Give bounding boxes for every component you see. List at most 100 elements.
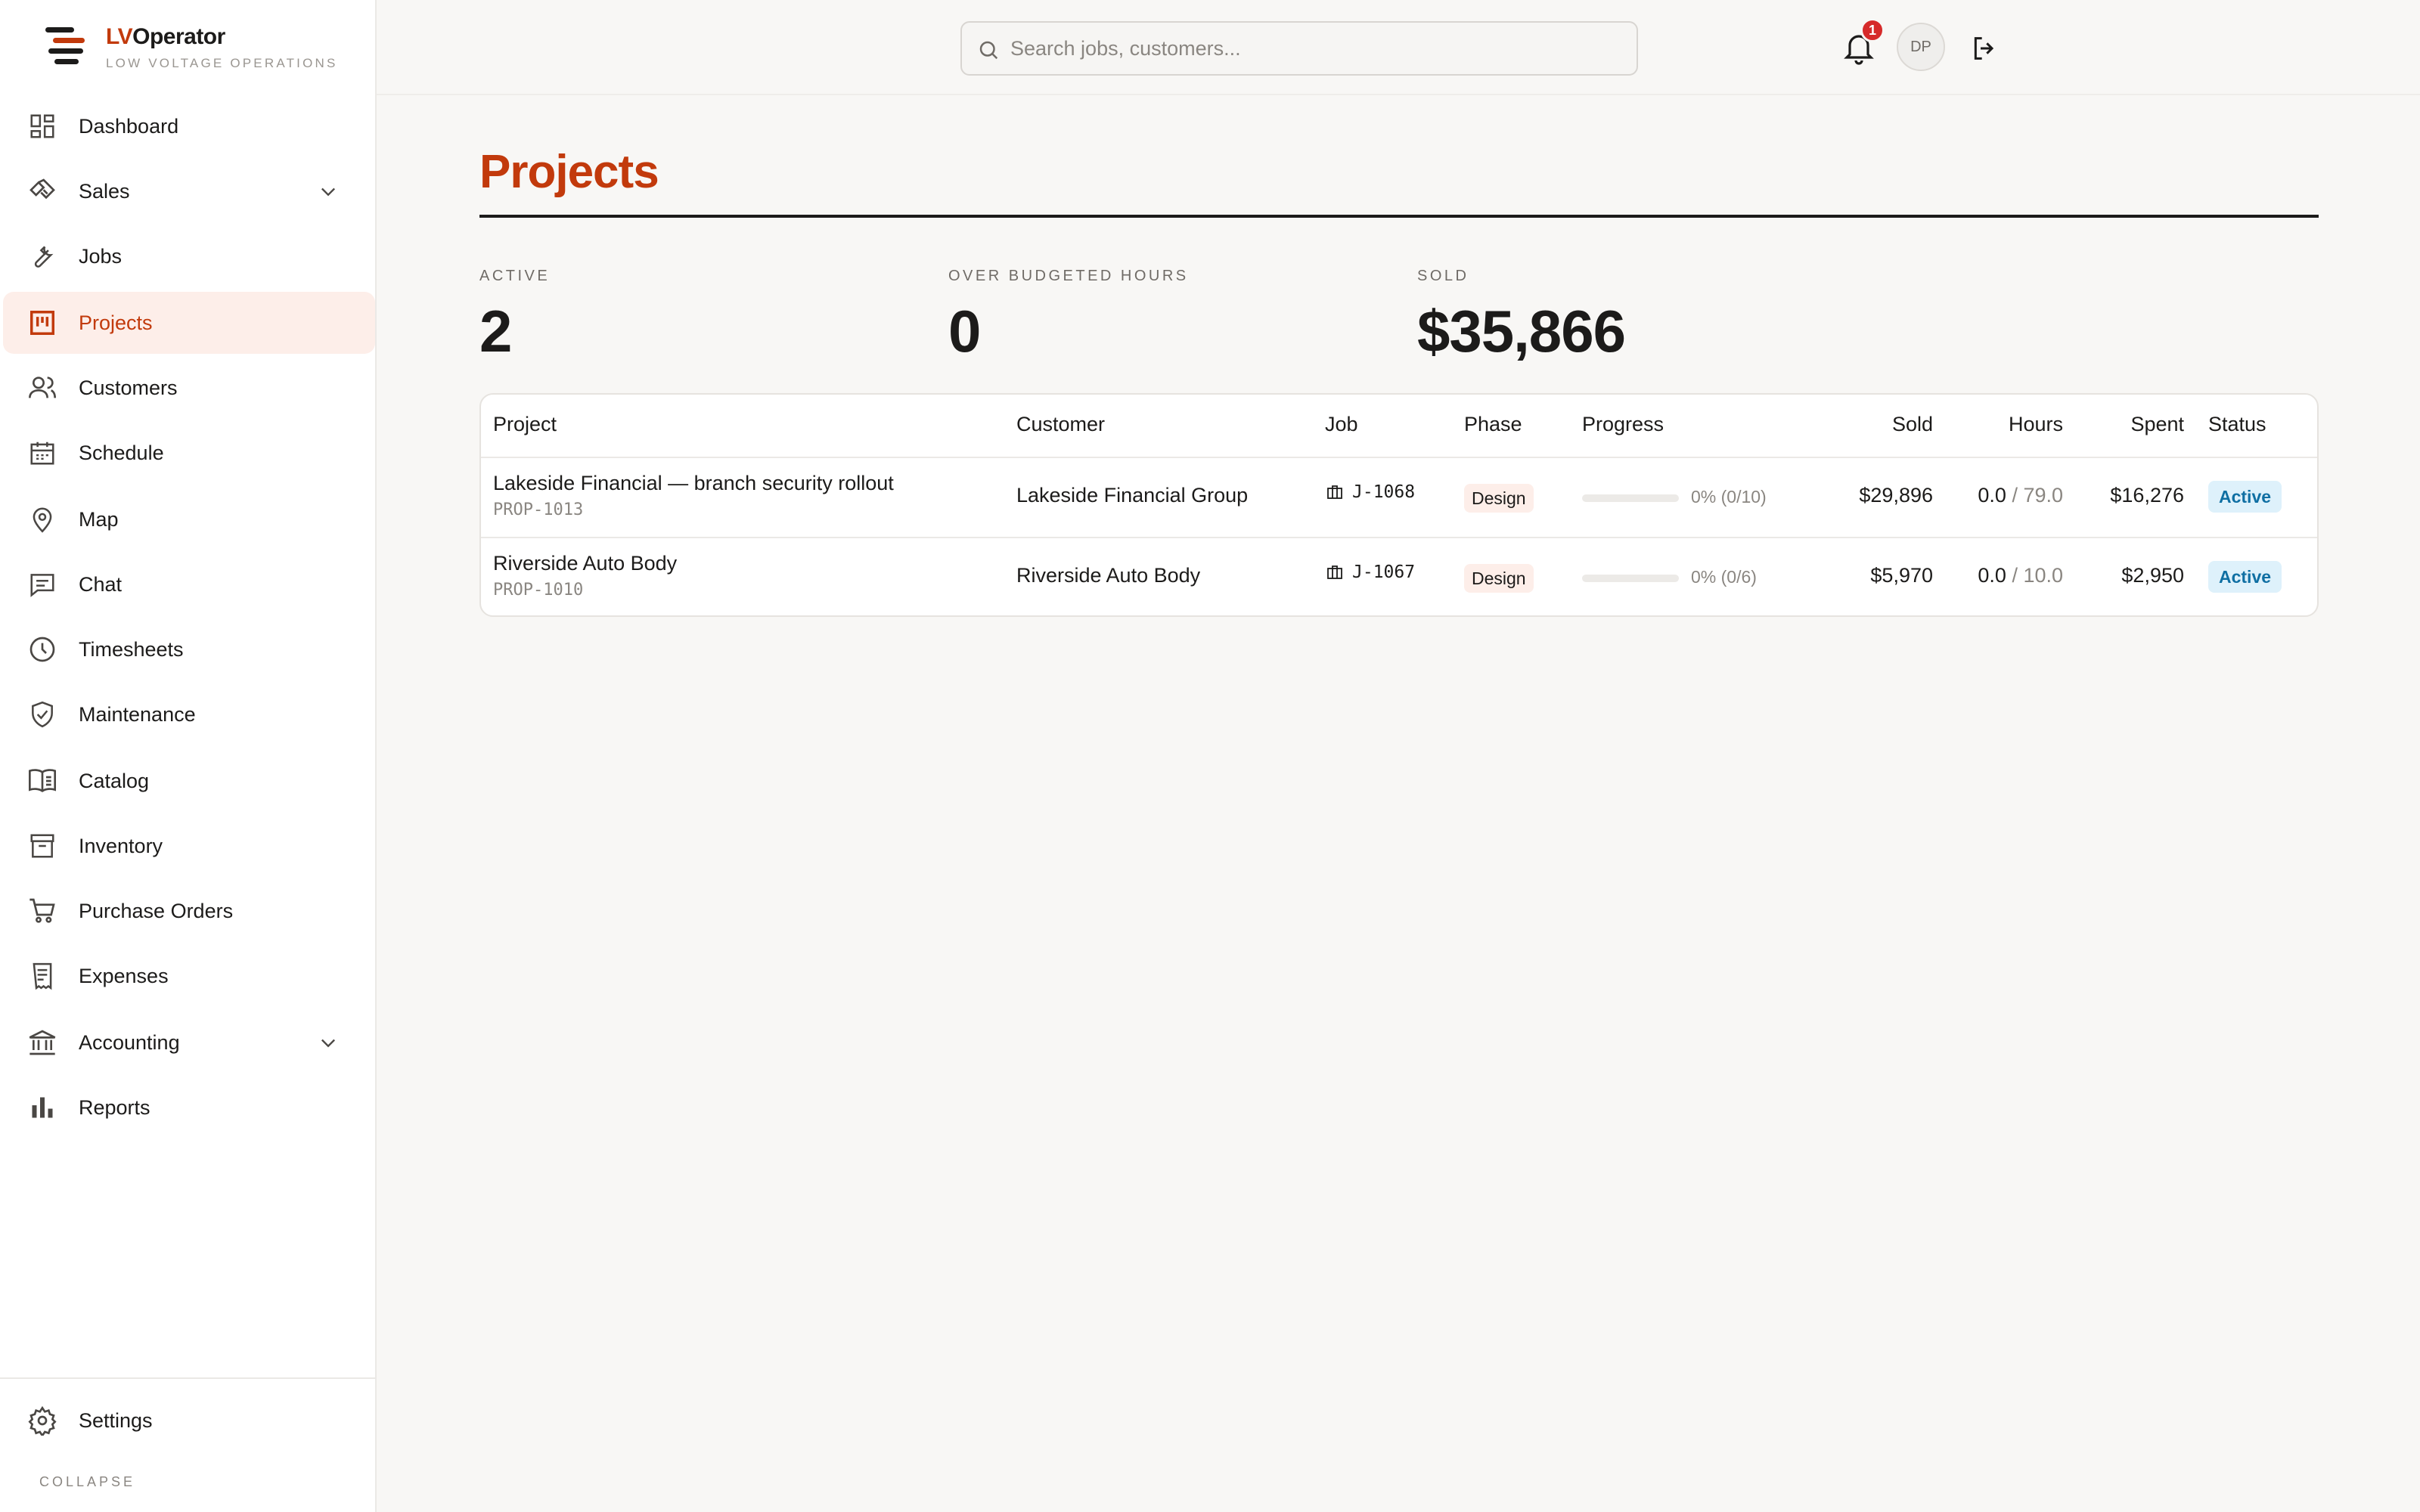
stat-label: OVER BUDGETED HOURS bbox=[948, 268, 1189, 284]
column-header-spent[interactable]: Spent bbox=[2084, 413, 2184, 436]
sidebar-item-label: Inventory bbox=[79, 834, 163, 857]
users-icon bbox=[26, 371, 59, 404]
stat-sold: SOLD $35,866 bbox=[1417, 268, 1626, 366]
hours-value: 0.0 / 79.0 bbox=[1948, 484, 2063, 507]
sidebar-item-accounting[interactable]: Accounting bbox=[0, 1012, 375, 1074]
status-badge: Active bbox=[2208, 481, 2282, 513]
collapse-sidebar-button[interactable]: COLLAPSE bbox=[39, 1474, 135, 1490]
sidebar-item-label: Map bbox=[79, 507, 119, 531]
progress-bar bbox=[1582, 575, 1679, 582]
sidebar: LVOperator LOW VOLTAGE OPERATIONS Dashbo… bbox=[0, 0, 377, 1512]
sidebar-item-reports[interactable]: Reports bbox=[0, 1077, 375, 1139]
map-pin-icon bbox=[26, 503, 59, 536]
page-title: Projects bbox=[479, 146, 659, 198]
app-tagline: LOW VOLTAGE OPERATIONS bbox=[106, 56, 338, 70]
stat-value: $35,866 bbox=[1417, 298, 1626, 364]
column-header-sold[interactable]: Sold bbox=[1842, 413, 1933, 436]
customer-name: Lakeside Financial Group bbox=[1016, 484, 1249, 507]
column-header-phase[interactable]: Phase bbox=[1464, 413, 1522, 436]
user-avatar[interactable]: DP bbox=[1897, 23, 1945, 71]
column-header-status[interactable]: Status bbox=[2208, 413, 2266, 436]
bank-icon bbox=[26, 1026, 59, 1059]
notification-count-badge: 1 bbox=[1860, 18, 1885, 42]
sidebar-item-label: Expenses bbox=[79, 964, 169, 987]
hours-budget: / 10.0 bbox=[2012, 564, 2063, 587]
title-divider bbox=[479, 215, 2319, 218]
sidebar-item-catalog[interactable]: Catalog bbox=[0, 750, 375, 812]
sidebar-item-label: Accounting bbox=[79, 1030, 180, 1054]
sidebar-item-dashboard[interactable]: Dashboard bbox=[0, 95, 375, 157]
sidebar-item-label: Reports bbox=[79, 1095, 150, 1119]
column-header-job[interactable]: Job bbox=[1325, 413, 1358, 436]
calendar-icon bbox=[26, 436, 59, 469]
job-link[interactable]: J-1067 bbox=[1325, 562, 1415, 582]
job-link[interactable]: J-1068 bbox=[1325, 482, 1415, 502]
sidebar-item-timesheets[interactable]: Timesheets bbox=[0, 618, 375, 680]
handshake-icon bbox=[26, 175, 59, 208]
dashboard-icon bbox=[26, 110, 59, 143]
archive-icon bbox=[26, 829, 59, 863]
app-logo[interactable]: LVOperator LOW VOLTAGE OPERATIONS bbox=[44, 24, 361, 73]
sidebar-item-map[interactable]: Map bbox=[0, 488, 375, 550]
project-name[interactable]: Lakeside Financial — branch security rol… bbox=[493, 472, 894, 495]
stat-value: 0 bbox=[948, 298, 981, 364]
table-row[interactable]: Riverside Auto Body PROP-1010 Riverside … bbox=[481, 537, 2317, 615]
spent-amount: $2,950 bbox=[2121, 564, 2184, 587]
clock-icon bbox=[26, 633, 59, 666]
sidebar-item-customers[interactable]: Customers bbox=[0, 357, 375, 419]
progress-bar bbox=[1582, 494, 1679, 502]
project-name[interactable]: Riverside Auto Body bbox=[493, 552, 677, 575]
sidebar-item-projects[interactable]: Projects bbox=[3, 292, 375, 354]
sidebar-item-label: Purchase Orders bbox=[79, 899, 234, 922]
sidebar-item-label: Settings bbox=[79, 1408, 153, 1432]
wrench-icon bbox=[26, 240, 59, 273]
project-code: PROP-1010 bbox=[493, 581, 584, 600]
sidebar-item-label: Timesheets bbox=[79, 637, 184, 661]
book-icon bbox=[26, 764, 59, 798]
spent-amount: $16,276 bbox=[2110, 484, 2184, 507]
logout-icon[interactable] bbox=[1969, 33, 2000, 64]
sold-amount: $29,896 bbox=[1859, 484, 1933, 507]
sidebar-item-settings[interactable]: Settings bbox=[0, 1390, 375, 1452]
status-badge: Active bbox=[2208, 561, 2282, 593]
search-icon bbox=[979, 41, 998, 60]
search-input[interactable] bbox=[1010, 32, 1615, 65]
sidebar-item-maintenance[interactable]: Maintenance bbox=[0, 683, 375, 745]
sidebar-item-schedule[interactable]: Schedule bbox=[0, 422, 375, 484]
sidebar-item-label: Maintenance bbox=[79, 702, 196, 726]
sidebar-item-chat[interactable]: Chat bbox=[0, 553, 375, 615]
stat-value: 2 bbox=[479, 298, 512, 364]
column-header-customer[interactable]: Customer bbox=[1016, 413, 1105, 436]
sidebar-item-purchase-orders[interactable]: Purchase Orders bbox=[0, 880, 375, 942]
sidebar-item-expenses[interactable]: Expenses bbox=[0, 945, 375, 1007]
stat-label: ACTIVE bbox=[479, 268, 551, 284]
top-bar bbox=[377, 0, 2420, 95]
phase-badge: Design bbox=[1464, 564, 1534, 593]
stat-label: SOLD bbox=[1417, 268, 1469, 284]
sidebar-item-label: Dashboard bbox=[79, 114, 179, 138]
chevron-down-icon bbox=[321, 187, 335, 197]
column-header-progress[interactable]: Progress bbox=[1582, 413, 1664, 436]
chat-icon bbox=[26, 568, 59, 601]
receipt-icon bbox=[26, 959, 59, 993]
sidebar-item-inventory[interactable]: Inventory bbox=[0, 815, 375, 877]
column-header-hours[interactable]: Hours bbox=[1963, 413, 2063, 436]
kanban-icon bbox=[26, 306, 59, 339]
sidebar-item-label: Schedule bbox=[79, 441, 164, 464]
sidebar-item-label: Customers bbox=[79, 376, 178, 399]
sidebar-item-jobs[interactable]: Jobs bbox=[0, 225, 375, 287]
gear-icon bbox=[26, 1404, 59, 1437]
table-row[interactable]: Lakeside Financial — branch security rol… bbox=[481, 458, 2317, 538]
job-number: J-1067 bbox=[1352, 562, 1416, 582]
sidebar-item-label: Chat bbox=[79, 572, 123, 596]
progress-text: 0% (0/6) bbox=[1691, 567, 1757, 587]
briefcase-icon bbox=[1327, 565, 1342, 579]
search-box[interactable] bbox=[960, 21, 1638, 76]
bar-chart-icon bbox=[26, 1091, 59, 1124]
sidebar-item-sales[interactable]: Sales bbox=[0, 160, 375, 222]
column-header-project[interactable]: Project bbox=[493, 413, 557, 436]
sidebar-item-label: Sales bbox=[79, 179, 130, 203]
shield-check-icon bbox=[26, 698, 59, 731]
chevron-down-icon bbox=[321, 1039, 335, 1048]
project-code: PROP-1013 bbox=[493, 500, 584, 519]
